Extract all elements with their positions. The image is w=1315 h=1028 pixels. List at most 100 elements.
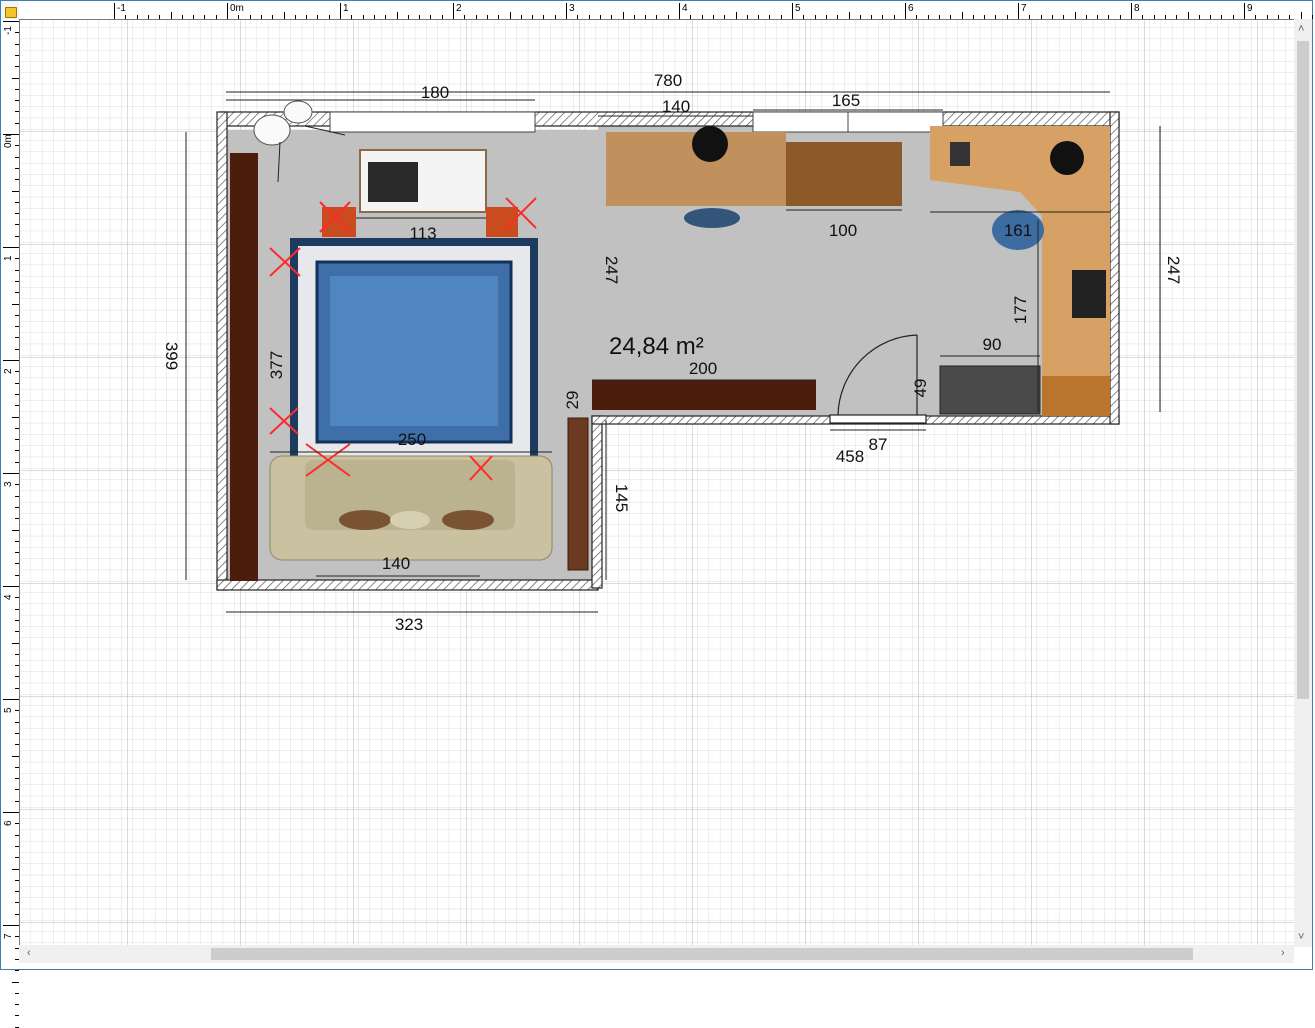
tv-stand[interactable] bbox=[359, 149, 487, 213]
h-ruler-minor-tick bbox=[125, 15, 127, 19]
horizontal-scrollbar[interactable]: ‹ › bbox=[19, 945, 1294, 963]
h-ruler-minor-tick bbox=[837, 15, 839, 19]
h-ruler-minor-tick bbox=[893, 15, 895, 19]
h-ruler-minor-tick bbox=[611, 15, 613, 19]
v-ruler-minor-tick bbox=[15, 1004, 19, 1006]
h-ruler-minor-tick bbox=[1176, 15, 1178, 19]
h-ruler-minor-tick bbox=[859, 15, 861, 19]
h-ruler-minor-tick bbox=[769, 15, 771, 19]
h-ruler-minor-tick bbox=[1119, 15, 1121, 19]
v-ruler-major-tick bbox=[3, 247, 19, 248]
v-ruler-minor-tick bbox=[15, 32, 19, 34]
v-ruler-minor-tick bbox=[15, 393, 19, 395]
h-ruler-minor-tick bbox=[249, 15, 251, 19]
v-ruler-minor-tick bbox=[15, 676, 19, 678]
vertical-scroll-thumb[interactable] bbox=[1297, 41, 1309, 699]
h-ruler-minor-tick bbox=[328, 15, 330, 19]
h-ruler-major-tick bbox=[114, 3, 115, 19]
v-ruler-label: -1 bbox=[3, 26, 14, 35]
h-ruler-minor-tick bbox=[317, 15, 319, 19]
h-ruler-minor-tick bbox=[475, 15, 477, 19]
h-ruler-label: 8 bbox=[1134, 3, 1140, 14]
h-ruler-minor-tick bbox=[238, 15, 240, 19]
h-ruler-minor-tick bbox=[588, 15, 590, 19]
v-ruler-minor-tick bbox=[15, 258, 19, 260]
scroll-right-icon[interactable]: › bbox=[1281, 947, 1285, 959]
room-area-label: 24,84 m² bbox=[609, 333, 704, 360]
v-ruler-minor-tick bbox=[15, 337, 19, 339]
v-ruler-minor-tick bbox=[15, 823, 19, 825]
h-ruler-minor-tick bbox=[1277, 15, 1279, 19]
v-ruler-minor-tick bbox=[15, 665, 19, 667]
v-ruler-minor-tick bbox=[15, 789, 19, 791]
v-ruler-minor-tick bbox=[15, 653, 19, 655]
dim-corner-desk: 161 bbox=[1004, 221, 1032, 240]
plan-canvas[interactable]: 780 180 140 165 100 161 90 200 87 458 25… bbox=[20, 20, 1294, 945]
v-ruler-minor-tick bbox=[15, 619, 19, 621]
h-ruler-minor-tick bbox=[724, 15, 726, 19]
v-ruler-minor-tick bbox=[15, 292, 19, 294]
v-ruler-minor-tick bbox=[15, 495, 19, 497]
h-ruler-minor-tick bbox=[1029, 15, 1031, 19]
v-ruler-minor-tick bbox=[15, 122, 19, 124]
h-ruler-minor-tick bbox=[927, 15, 929, 19]
v-ruler-label: 3 bbox=[3, 481, 14, 487]
h-ruler-minor-tick bbox=[1097, 15, 1099, 19]
h-ruler-minor-tick bbox=[1289, 15, 1291, 19]
dim-cabinet-depth: 49 bbox=[911, 379, 930, 398]
v-ruler-minor-tick bbox=[15, 156, 19, 158]
h-ruler-minor-tick bbox=[690, 15, 692, 19]
v-ruler-minor-tick bbox=[12, 77, 19, 79]
horizontal-scroll-thumb[interactable] bbox=[211, 948, 1193, 960]
dim-desk-side-depth: 177 bbox=[1011, 296, 1030, 324]
v-ruler-minor-tick bbox=[15, 992, 19, 994]
v-ruler-minor-tick bbox=[15, 597, 19, 599]
left-wardrobe[interactable] bbox=[230, 153, 258, 581]
h-ruler-minor-tick bbox=[938, 15, 940, 19]
v-ruler-minor-tick bbox=[15, 213, 19, 215]
grey-cabinet[interactable] bbox=[939, 365, 1041, 415]
v-ruler-minor-tick bbox=[15, 427, 19, 429]
h-ruler-minor-tick bbox=[1210, 15, 1212, 19]
v-ruler-minor-tick bbox=[12, 642, 19, 644]
scroll-left-icon[interactable]: ‹ bbox=[27, 947, 31, 959]
h-ruler-minor-tick bbox=[407, 15, 409, 19]
h-ruler-minor-tick bbox=[1232, 15, 1234, 19]
h-ruler-minor-tick bbox=[645, 15, 647, 19]
dim-step-height: 145 bbox=[612, 484, 631, 512]
vertical-scrollbar[interactable]: ˄ ˅ bbox=[1294, 19, 1312, 947]
h-ruler-minor-tick bbox=[950, 15, 952, 19]
v-ruler-minor-tick bbox=[15, 145, 19, 147]
h-ruler-minor-tick bbox=[622, 12, 624, 19]
low-shelf[interactable] bbox=[592, 380, 816, 410]
v-ruler-minor-tick bbox=[12, 755, 19, 757]
scroll-up-icon[interactable]: ˄ bbox=[1298, 23, 1304, 35]
v-ruler-minor-tick bbox=[15, 314, 19, 316]
h-ruler-minor-tick bbox=[419, 15, 421, 19]
side-cabinet[interactable] bbox=[567, 417, 589, 571]
h-ruler-minor-tick bbox=[215, 15, 217, 19]
v-ruler-major-tick bbox=[3, 21, 19, 22]
h-ruler-major-tick bbox=[1131, 3, 1132, 19]
floor-plan[interactable]: 780 180 140 165 100 161 90 200 87 458 25… bbox=[20, 20, 1294, 945]
h-ruler-minor-tick bbox=[803, 15, 805, 19]
h-ruler-major-tick bbox=[340, 3, 341, 19]
v-ruler-minor-tick bbox=[15, 348, 19, 350]
v-ruler-minor-tick bbox=[15, 1015, 19, 1017]
v-ruler-minor-tick bbox=[15, 631, 19, 633]
h-ruler-minor-tick bbox=[396, 12, 398, 19]
scroll-down-icon[interactable]: ˅ bbox=[1298, 931, 1304, 943]
h-ruler-minor-tick bbox=[543, 15, 545, 19]
v-ruler-minor-tick bbox=[15, 857, 19, 859]
v-ruler-minor-tick bbox=[15, 201, 19, 203]
v-ruler-minor-tick bbox=[15, 88, 19, 90]
lock-icon[interactable] bbox=[5, 7, 17, 18]
h-ruler-label: 6 bbox=[908, 3, 914, 14]
horizontal-ruler: -1 0m 1 2 3 4 5 6 7 8 9 bbox=[19, 1, 1313, 20]
v-ruler-minor-tick bbox=[15, 224, 19, 226]
v-ruler-minor-tick bbox=[12, 529, 19, 531]
h-ruler-minor-tick bbox=[351, 15, 353, 19]
dim-right-height: 247 bbox=[1164, 256, 1183, 284]
v-ruler-minor-tick bbox=[15, 518, 19, 520]
h-ruler-major-tick bbox=[453, 3, 454, 19]
